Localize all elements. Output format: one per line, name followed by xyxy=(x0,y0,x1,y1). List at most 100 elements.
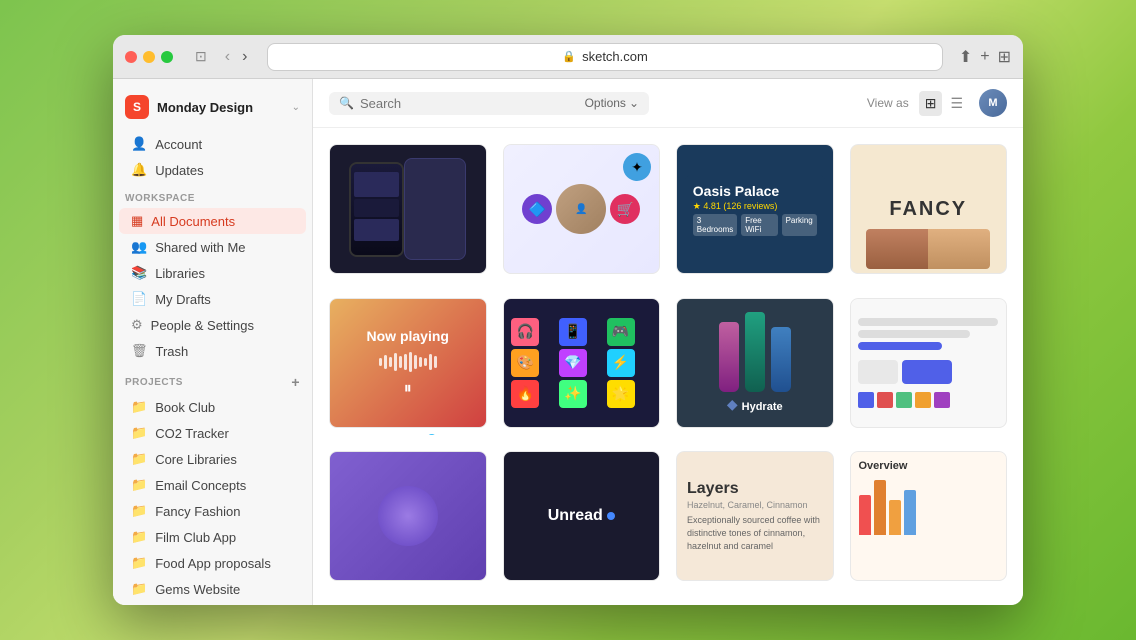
folder-icon: 📁 xyxy=(131,425,147,441)
document-card-unread[interactable]: Unread today xyxy=(503,451,661,589)
minimize-button[interactable] xyxy=(143,51,155,63)
maximize-button[interactable] xyxy=(161,51,173,63)
swatch-blue xyxy=(858,392,874,408)
settings-icon: ⚙ xyxy=(131,317,143,333)
projects-section-label: PROJECTS + xyxy=(113,364,312,394)
unread-content: Unread xyxy=(548,507,615,525)
libraries-icon: 📚 xyxy=(131,265,147,281)
sidebar-item-libraries[interactable]: 📚 Libraries xyxy=(119,260,306,286)
bottle-3 xyxy=(771,327,791,392)
hydrate-text: Hydrate xyxy=(742,401,783,413)
grid-view-button[interactable]: ⊞ xyxy=(919,91,943,116)
close-button[interactable] xyxy=(125,51,137,63)
sidebar-item-book-club[interactable]: 📁 Book Club xyxy=(119,394,306,420)
doc-info: today xyxy=(329,581,487,589)
sidebar-item-film-club[interactable]: 📁 Film Club App xyxy=(119,524,306,550)
document-card-workshop[interactable]: 🎧 📱 🎮 🎨 💎 ⚡ 🔥 ✨ 🌟 W xyxy=(503,298,661,436)
workspace-chevron-icon[interactable]: ⌄ xyxy=(292,102,300,113)
workshop-cell: ✨ xyxy=(559,380,587,408)
folder-icon: 📁 xyxy=(131,581,147,597)
overview-chart xyxy=(859,480,999,535)
doc-title: Helpr App xyxy=(505,280,659,282)
overview-title: Overview xyxy=(859,460,999,472)
uikit-accent-bar xyxy=(858,342,942,350)
document-card-overview[interactable]: Overview xyxy=(850,451,1008,589)
folder-icon: 📁 xyxy=(131,529,147,545)
list-view-button[interactable]: ☰ xyxy=(944,91,969,116)
sidebar: S Monday Design ⌄ 👤 Account 🔔 Updates WO… xyxy=(113,79,313,605)
url-text: sketch.com xyxy=(582,49,648,64)
diamond-icon: ◆ xyxy=(727,396,738,413)
project-label: CO2 Tracker xyxy=(155,426,229,441)
sidebar-item-my-drafts[interactable]: 📄 My Drafts xyxy=(119,286,306,312)
search-input[interactable] xyxy=(360,96,579,111)
sidebar-item-updates[interactable]: 🔔 Updates xyxy=(119,157,306,183)
back-arrow-icon[interactable]: ‹ xyxy=(221,46,234,68)
chart-bar-1 xyxy=(859,495,871,535)
layers-description: Exceptionally sourced coffee with distin… xyxy=(687,514,823,552)
project-label: Film Club App xyxy=(155,530,236,545)
helpr-icon: 🔷 xyxy=(522,194,552,224)
document-card-partial[interactable]: today xyxy=(329,451,487,589)
workshop-cell: 🎧 xyxy=(511,318,539,346)
sidebar-item-core-libraries[interactable]: 📁 Core Libraries xyxy=(119,446,306,472)
documents-icon: ▦ xyxy=(131,213,143,229)
sidebar-item-people-settings[interactable]: ⚙ People & Settings xyxy=(119,312,306,338)
doc-info: Workshop 3w ago xyxy=(503,428,661,436)
chart-bar-2 xyxy=(874,480,886,535)
sidebar-toggle-icon[interactable]: ⊡ xyxy=(189,44,213,69)
document-card-travel[interactable]: Oasis Palace ★ 4.81 (126 reviews) 3 Bedr… xyxy=(676,144,834,282)
app-content: S Monday Design ⌄ 👤 Account 🔔 Updates WO… xyxy=(113,79,1023,605)
swatch-red xyxy=(877,392,893,408)
bottle-1 xyxy=(719,322,739,392)
share-icon[interactable]: ⬆ xyxy=(959,47,972,67)
sidebar-item-gems-website[interactable]: 📁 Gems Website xyxy=(119,576,306,602)
sidebar-item-shared[interactable]: 👥 Shared with Me xyxy=(119,234,306,260)
search-box[interactable]: 🔍 Options ⌄ xyxy=(329,92,649,115)
doc-thumbnail: Overview xyxy=(850,451,1008,581)
grid-icon[interactable]: ⊞ xyxy=(998,47,1011,67)
sidebar-item-account[interactable]: 👤 Account xyxy=(119,131,306,157)
sidebar-item-helpr-llc[interactable]: 📁 Helpr LLC xyxy=(119,602,306,605)
doc-info: Travel App 2d ago xyxy=(676,274,834,282)
add-project-button[interactable]: + xyxy=(291,374,300,390)
project-label: Food App proposals xyxy=(155,556,271,571)
sidebar-item-food-app[interactable]: 📁 Food App proposals xyxy=(119,550,306,576)
add-tab-icon[interactable]: + xyxy=(980,48,989,66)
doc-thumbnail xyxy=(329,451,487,581)
doc-title: Fancy Fashion app xyxy=(852,280,1006,282)
folder-icon: 📁 xyxy=(131,399,147,415)
sidebar-item-email-concepts[interactable]: 📁 Email Concepts xyxy=(119,472,306,498)
helpr-icon: 🛒 xyxy=(610,194,640,224)
layers-subtitle: Hazelnut, Caramel, Cinnamon xyxy=(687,500,823,510)
trash-icon: 🗑 xyxy=(131,343,148,359)
address-bar[interactable]: 🔒 sketch.com xyxy=(267,43,942,71)
sidebar-item-trash[interactable]: 🗑 Trash xyxy=(119,338,306,364)
document-card-time-travel[interactable]: Time Travel app iOS Concepts · 16h ago xyxy=(329,144,487,282)
sidebar-item-all-documents[interactable]: ▦ All Documents xyxy=(119,208,306,234)
forward-arrow-icon[interactable]: › xyxy=(238,46,251,68)
document-card-ui-kit[interactable]: UI Kit ☁ Helpr LLC · 3mo ago xyxy=(850,298,1008,436)
helpr-profile: 👤 xyxy=(556,184,606,234)
doc-info: Time Travel app iOS Concepts · 16h ago xyxy=(329,274,487,282)
traffic-lights xyxy=(125,51,173,63)
document-card-layers[interactable]: Layers Hazelnut, Caramel, Cinnamon Excep… xyxy=(676,451,834,589)
main-toolbar: 🔍 Options ⌄ View as ⊞ ☰ M xyxy=(313,79,1023,128)
folder-icon: 📁 xyxy=(131,451,147,467)
doc-thumbnail: ◆ Hydrate xyxy=(676,298,834,428)
options-button[interactable]: Options ⌄ xyxy=(585,96,639,110)
doc-info: UI Kit ☁ Helpr LLC · 3mo ago xyxy=(850,428,1008,436)
doc-info: Hydrate Website 2mo ago xyxy=(676,428,834,436)
document-card-hydrate[interactable]: ◆ Hydrate Hydrate Website 2mo ago xyxy=(676,298,834,436)
uikit-swatches xyxy=(858,392,998,408)
document-card-fancy-fashion[interactable]: FANCY Fancy Fashion app xyxy=(850,144,1008,282)
document-card-now-playing[interactable]: Now playing xyxy=(329,298,487,436)
document-card-helpr[interactable]: 🔷 👤 🛒 ✦ Helpr App Helpr LLC · xyxy=(503,144,661,282)
unread-dot xyxy=(607,512,615,520)
project-label: Book Club xyxy=(155,400,215,415)
user-avatar[interactable]: M xyxy=(979,89,1007,117)
sidebar-item-fancy-fashion[interactable]: 📁 Fancy Fashion xyxy=(119,498,306,524)
project-label: Fancy Fashion xyxy=(155,504,240,519)
sidebar-item-co2-tracker[interactable]: 📁 CO2 Tracker xyxy=(119,420,306,446)
uikit-bar xyxy=(858,318,998,326)
